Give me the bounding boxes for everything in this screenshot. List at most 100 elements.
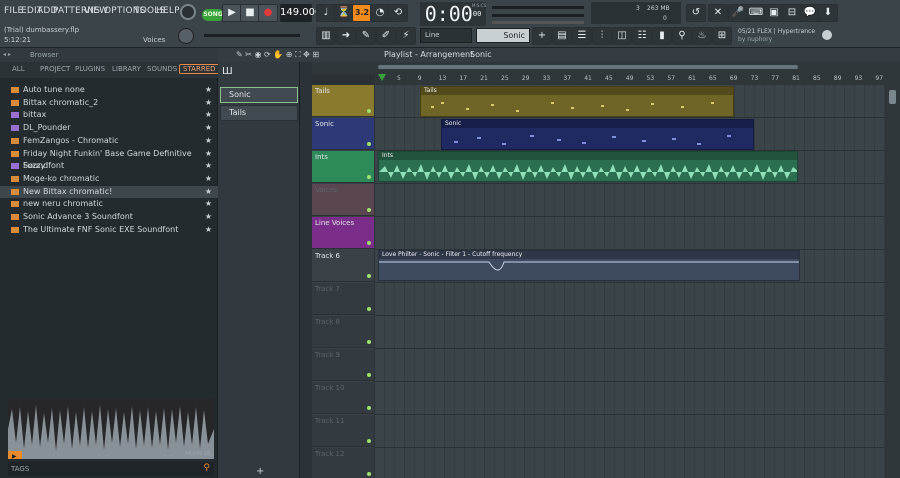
snap-select[interactable]: Line [420,28,472,43]
track-mute-led[interactable] [367,439,371,443]
track-header[interactable]: Track 8 [312,316,374,348]
track-header[interactable]: Sonic [312,118,374,150]
playlist-tools-icons[interactable]: ✎ ✂ ◉ ⟳ ✋ ⊕ ⛶ ✥ ⊞ [236,50,319,60]
globe-icon[interactable] [822,30,832,40]
pattern-select[interactable]: Sonic [476,28,530,43]
song-mode-toggle[interactable]: SONG [202,9,224,21]
plugin-button[interactable]: ◫ [612,27,632,45]
playlist-button[interactable]: ▤ [552,27,572,45]
preview-play-button[interactable]: ▶ [8,451,22,460]
track-header[interactable]: Ints [312,151,374,183]
chat-button[interactable]: 💬 [800,4,820,22]
browser-item[interactable]: DL_Pounder ★ [0,122,218,134]
track-header[interactable]: Track 12 [312,448,374,478]
master-volume-knob[interactable] [178,28,194,44]
loop-record-button[interactable]: ⟲ [388,4,408,22]
track-mute-led[interactable] [367,307,371,311]
browser-item[interactable]: New Bittax chromatic! ★ [0,185,218,198]
pattern-options-button[interactable]: + [532,27,552,45]
tags-bar[interactable]: TAGS ⚲ [8,462,214,476]
track-header[interactable]: Line Voices [312,217,374,249]
track-header[interactable]: Tails [312,85,374,117]
browser-item[interactable]: Moge-ko chromatic ★ [0,173,218,185]
track-mute-led[interactable] [367,340,371,344]
clip-tails[interactable]: Tails [420,86,734,117]
pattern-length-button[interactable]: 3.2 [352,4,372,22]
tempo-display[interactable]: 149.000 [280,4,321,22]
pitch-slider[interactable] [204,34,300,37]
track-header[interactable]: Track 9 [312,349,374,381]
shop-button[interactable]: ⊞ [712,27,732,45]
playlist-vscroll[interactable] [885,85,900,478]
track-mute-led[interactable] [367,472,371,476]
browser-item[interactable]: Friday Night Funkin' Base Game Definitiv… [0,148,218,170]
browser-button[interactable]: ☷ [632,27,652,45]
clip-ints[interactable]: Ints [378,151,798,182]
menu-help[interactable]: HELP [156,6,180,16]
track-mute-led[interactable] [367,208,371,212]
star-icon[interactable]: ★ [205,135,212,147]
plugin-picker-button[interactable]: ✕ [708,4,728,22]
star-icon[interactable]: ★ [205,160,212,172]
search-icon[interactable]: ⚲ [203,463,210,473]
tab-sounds[interactable]: SOUNDS [147,65,177,73]
sample-preview-waveform[interactable]: 48 kHz 16 [8,399,214,459]
undo-button[interactable]: ↺ [686,4,706,22]
brush-tool-button[interactable]: ✐ [376,27,396,45]
star-icon[interactable]: ★ [205,97,212,109]
tab-library[interactable]: LIBRARY [112,65,141,73]
arrow-tool-button[interactable]: ➜ [336,27,356,45]
star-icon[interactable]: ★ [205,186,212,198]
metronome-button[interactable]: ♩ [316,4,336,22]
star-icon[interactable]: ★ [205,224,212,236]
browser-item[interactable]: Auto tune none ★ [0,84,218,96]
record-button[interactable]: ● [258,4,278,22]
playlist-hscroll[interactable] [378,65,798,69]
mixer-button[interactable]: ⫶ [592,27,612,45]
star-icon[interactable]: ★ [205,122,212,134]
pencil-tool-button[interactable]: ✎ [356,27,376,45]
timeline-ruler[interactable]: 5 9 13 17 21 25 29 33 37 41 45 49 53 57 61 65 69 73 77 81 85… [375,74,900,85]
typing-keyboard-button[interactable]: ⌨ [746,4,766,22]
download-button[interactable]: ⬇ [818,4,838,22]
channel-rack-icon[interactable]: Ш [222,66,233,77]
mic-button[interactable]: 🎤 [728,4,748,22]
star-icon[interactable]: ★ [205,198,212,210]
browser-item[interactable]: FemZangos - Chromatic ★ [0,135,218,147]
clip-automation-cutoff[interactable]: Love Philter - Sonic - Filter 1 - Cutoff… [378,250,800,281]
clip-sonic[interactable]: Sonic [441,119,754,150]
info-button[interactable]: ▮ [652,27,672,45]
star-icon[interactable]: ★ [205,148,212,160]
track-header[interactable]: Track 10 [312,382,374,414]
tab-starred[interactable]: STARRED [179,64,220,74]
slice-tool-button[interactable]: ⚡ [396,27,416,45]
tab-project[interactable]: PROJECT [40,65,70,73]
channel-sonic[interactable]: Sonic [220,87,298,103]
track-header[interactable]: Track 7 [312,283,374,315]
track-mute-led[interactable] [367,241,371,245]
track-mute-led[interactable] [367,274,371,278]
channel-rack-button[interactable]: ☰ [572,27,592,45]
track-mute-led[interactable] [367,109,371,113]
track-header[interactable]: Track 11 [312,415,374,447]
browser-arrows-icon[interactable]: ◂ ▸ [3,51,11,58]
piano-roll-button[interactable]: ▥ [316,27,336,45]
playhead-marker[interactable] [378,74,386,81]
play-button[interactable]: ▶ [222,4,242,22]
channel-tails[interactable]: Tails [220,105,298,121]
cpu-button[interactable]: ⚲ [672,27,692,45]
track-mute-led[interactable] [367,406,371,410]
graph-button[interactable]: ♨ [692,27,712,45]
stop-button[interactable]: ■ [240,4,260,22]
browser-item[interactable]: Fuzzy! ★ [0,160,218,172]
browser-item[interactable]: bittax ★ [0,109,218,121]
star-icon[interactable]: ★ [205,211,212,223]
track-header[interactable]: Track 6 [312,250,374,282]
star-icon[interactable]: ★ [205,109,212,121]
browser-item[interactable]: The Ultimate FNF Sonic EXE Soundfont ★ [0,224,218,236]
browser-item[interactable]: Bittax chromatic_2 ★ [0,97,218,109]
track-mute-led[interactable] [367,373,371,377]
vscroll-thumb[interactable] [889,90,896,104]
news-panel[interactable]: 05/21 FLEX | Hypertrance by nuphory [738,27,888,45]
browser-item[interactable]: Sonic Advance 3 Soundfont ★ [0,211,218,223]
